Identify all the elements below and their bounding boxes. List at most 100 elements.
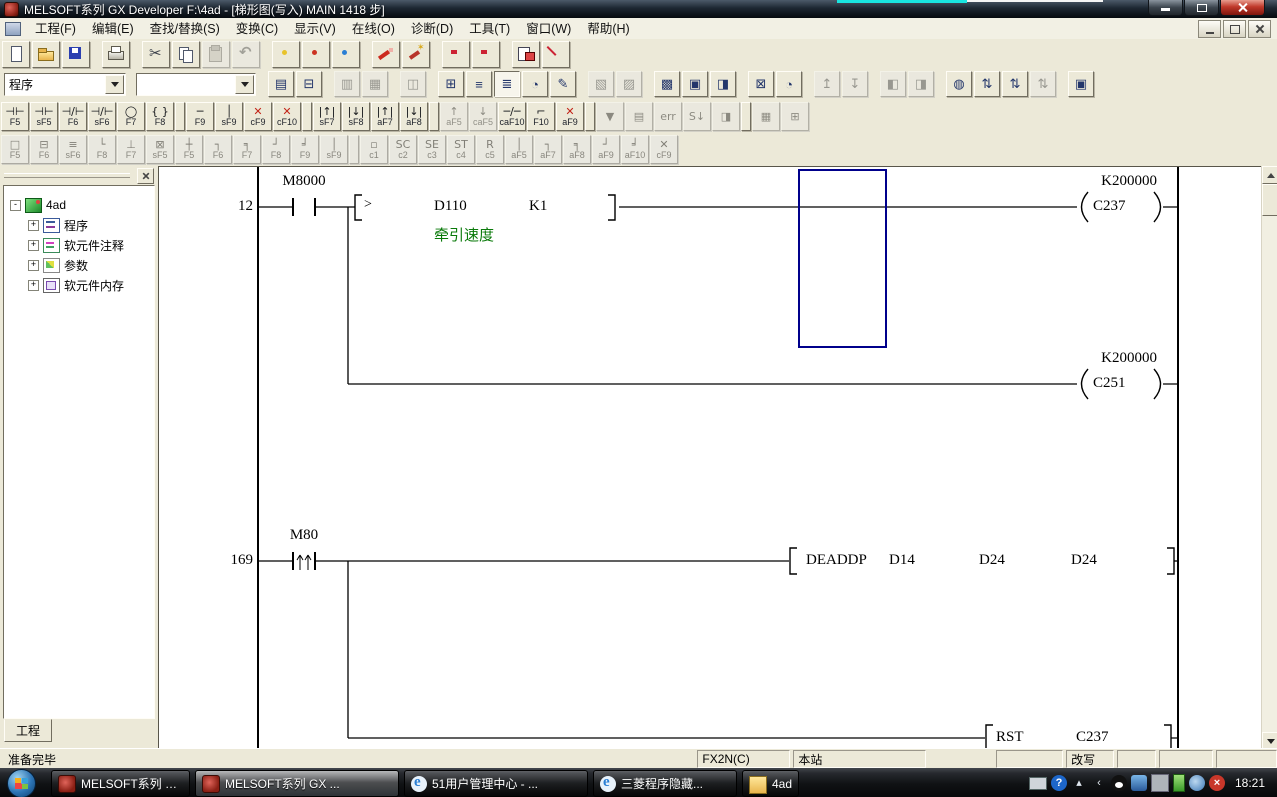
ladder-symbol-button[interactable]: { } F8 [146, 102, 174, 131]
toolbar2-button[interactable]: ▥ [334, 71, 360, 97]
sfc-symbol-button[interactable]: ✕ cF9 [650, 135, 678, 164]
restore-button[interactable] [1184, 0, 1219, 16]
toolbar2-button[interactable] [390, 71, 398, 95]
toolbar-button[interactable] [442, 41, 470, 68]
tray-icon[interactable]: ? [1051, 775, 1067, 791]
tree-item[interactable]: + 软元件注释 [28, 236, 124, 254]
toolbar-button[interactable] [262, 42, 270, 67]
toolbar-button[interactable] [92, 42, 100, 67]
toolbar2-button[interactable]: ⇅ [1030, 71, 1056, 97]
tray-icon[interactable]: ▴ [1071, 775, 1087, 791]
device-comment[interactable]: 牵引速度 [434, 224, 494, 245]
toolbar2-button[interactable]: ⇅ [1002, 71, 1028, 97]
toolbar2-button[interactable]: ▣ [682, 71, 708, 97]
coil-device-label[interactable]: C237 [1093, 198, 1126, 215]
sfc-symbol-button[interactable]: ┼ F5 [175, 135, 203, 164]
ladder-symbol-button[interactable]: ─∕─ caF10 [498, 102, 526, 131]
ladder-symbol-button[interactable]: S↓ [683, 102, 711, 131]
combo-dropdown-button[interactable] [105, 75, 124, 94]
toolbar2-button[interactable] [324, 71, 332, 95]
toolbar-button[interactable] [542, 41, 570, 68]
toolbar-button[interactable] [142, 41, 170, 68]
sfc-symbol-button[interactable]: R c5 [476, 135, 504, 164]
sfc-symbol-button[interactable]: │ sF9 [320, 135, 348, 164]
sfc-symbol-button[interactable]: ≡ sF6 [59, 135, 87, 164]
toolbar2-button[interactable]: ↥ [814, 71, 840, 97]
sfc-symbol-button[interactable]: ⊠ sF5 [146, 135, 174, 164]
tree-item[interactable]: + 程序 [28, 216, 88, 234]
sfc-symbol-button[interactable]: SC c2 [389, 135, 417, 164]
menu-item[interactable]: 工程(F) [27, 19, 84, 39]
sfc-symbol-button[interactable]: ╛ aF10 [621, 135, 649, 164]
sfc-symbol-button[interactable]: ┐ F6 [204, 135, 232, 164]
toolbar2-button[interactable]: ◔ [522, 71, 548, 97]
tray-icon[interactable]: ‹ [1091, 775, 1107, 791]
child-minimize-button[interactable] [1198, 20, 1221, 38]
block-combo[interactable] [136, 73, 256, 96]
toolbar2-button[interactable]: ▧ [588, 71, 614, 97]
data-type-combo[interactable]: 程序 [4, 73, 126, 96]
ladder-symbol-button[interactable]: ⊞ [781, 102, 809, 131]
ladder-symbol-button[interactable]: ✕ aF9 [556, 102, 584, 131]
toolbar2-button[interactable]: ◨ [908, 71, 934, 97]
toolbar2-button[interactable]: ▦ [362, 71, 388, 97]
toolbar2-button[interactable]: ◫ [400, 71, 426, 97]
toolbar-button[interactable] [432, 42, 440, 67]
toolbar-button[interactable] [502, 42, 510, 67]
toolbar-button[interactable] [372, 41, 400, 68]
ladder-symbol-button[interactable]: ◯ F7 [117, 102, 145, 131]
toolbar-button[interactable] [232, 41, 260, 68]
tray-icon[interactable] [1131, 775, 1147, 791]
tab-project[interactable]: 工程 [4, 719, 52, 742]
tray-icon[interactable] [1189, 775, 1205, 791]
menu-item[interactable]: 诊断(D) [403, 19, 461, 39]
tree-expander[interactable]: + [28, 220, 39, 231]
toolbar-button[interactable] [102, 41, 130, 68]
toolbar2-button[interactable]: ↧ [842, 71, 868, 97]
panel-grip[interactable] [4, 173, 130, 178]
sfc-symbol-button[interactable]: │ aF5 [505, 135, 533, 164]
ladder-symbol-button[interactable]: |↑| aF7 [371, 102, 399, 131]
ladder-symbol-button[interactable]: ↑ aF5 [440, 102, 468, 131]
toolbar-button[interactable] [62, 41, 90, 68]
toolbar2-button[interactable] [804, 71, 812, 95]
sfc-symbol-button[interactable]: ┐ aF7 [534, 135, 562, 164]
ladder-symbol-button[interactable] [175, 102, 185, 131]
sfc-symbol-button[interactable] [349, 135, 359, 164]
taskbar-task-button[interactable]: MELSOFT系列 GX ... [195, 770, 399, 797]
toolbar2-button[interactable]: ✎ [550, 71, 576, 97]
toolbar-button[interactable] [32, 41, 60, 68]
toolbar-button[interactable] [2, 41, 30, 68]
tree-expander[interactable]: + [28, 260, 39, 271]
taskbar-task-button[interactable]: 三菱程序隐藏... [593, 770, 737, 797]
ladder-symbol-button[interactable]: ◨ [712, 102, 740, 131]
vertical-scrollbar[interactable] [1261, 166, 1277, 748]
sfc-symbol-button[interactable]: ⊟ F6 [30, 135, 58, 164]
toolbar2-button[interactable]: ⇅ [974, 71, 1000, 97]
ladder-symbol-button[interactable]: ✕ cF10 [273, 102, 301, 131]
tray-icon[interactable] [1151, 774, 1169, 792]
contact-device-label[interactable]: M8000 [273, 173, 335, 190]
menu-item[interactable]: 编辑(E) [84, 19, 142, 39]
toolbar2-button[interactable]: ▤ [268, 71, 294, 97]
menu-item[interactable]: 变换(C) [228, 19, 286, 39]
coil-device-label[interactable]: C251 [1093, 375, 1126, 392]
toolbar2-button[interactable]: ◨ [710, 71, 736, 97]
sfc-symbol-button[interactable]: └ F8 [88, 135, 116, 164]
menu-item[interactable]: 显示(V) [286, 19, 344, 39]
scroll-up-button[interactable] [1262, 166, 1277, 184]
instruction-operand[interactable]: D14 [889, 552, 915, 569]
ladder-symbol-button[interactable] [429, 102, 439, 131]
minimize-button[interactable] [1148, 0, 1183, 16]
tree-item[interactable]: + 参数 [28, 256, 88, 274]
contact-device-label[interactable]: M80 [273, 527, 335, 544]
tree-expander[interactable]: - [10, 200, 21, 211]
ladder-symbol-button[interactable]: ⊣∕⊢ sF6 [88, 102, 116, 131]
child-restore-button[interactable] [1223, 20, 1246, 38]
instruction-operand[interactable]: C237 [1076, 729, 1109, 746]
ladder-editor[interactable]: 12 M8000 > D110 K1 牵引速度 K200000 C237 K20… [158, 166, 1262, 749]
ladder-symbol-button[interactable]: ─ F9 [186, 102, 214, 131]
taskbar-task-button[interactable]: MELSOFT系列 GX ... [51, 770, 190, 797]
sfc-symbol-button[interactable]: ╕ F7 [233, 135, 261, 164]
menu-item[interactable]: 查找/替换(S) [142, 19, 228, 39]
